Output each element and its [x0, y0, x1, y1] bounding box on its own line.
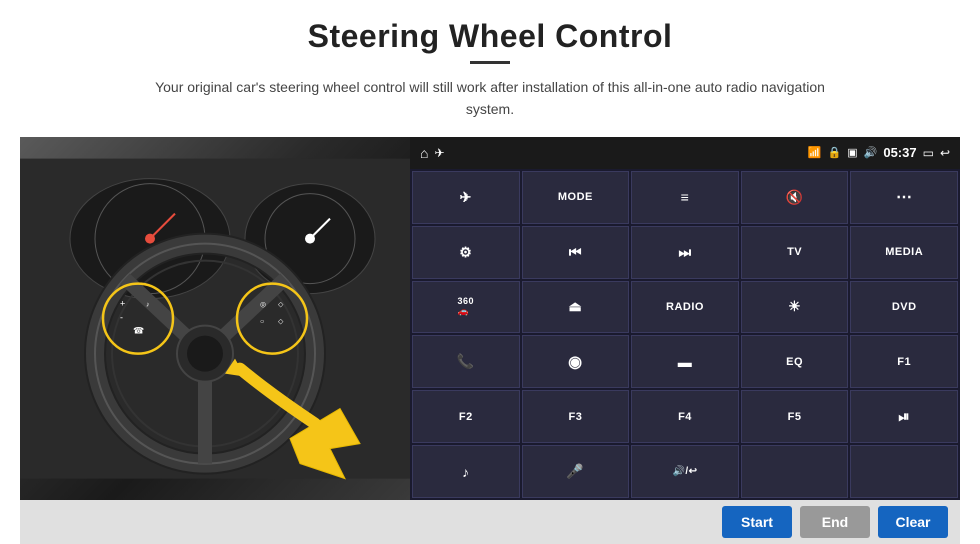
wifi-icon: 📶	[808, 146, 822, 159]
title-divider	[470, 61, 510, 64]
f4-button[interactable]: F4	[631, 390, 739, 443]
page-title: Steering Wheel Control	[308, 18, 673, 55]
svg-text:-: -	[120, 312, 123, 322]
camera360-button[interactable]: 360🚗	[412, 281, 520, 334]
screen-button[interactable]: ▬	[631, 335, 739, 388]
clock-display: 05:37	[883, 145, 916, 160]
nav-button[interactable]: ✈	[412, 171, 520, 224]
phone-button[interactable]: 📞	[412, 335, 520, 388]
back-navigation-icon[interactable]: ↩	[940, 146, 950, 160]
apps-button[interactable]: ⋯	[850, 171, 958, 224]
topbar-left: ⌂ ✈	[420, 145, 445, 161]
radio-button[interactable]: RADIO	[631, 281, 739, 334]
mic-button[interactable]: 🎤	[522, 445, 630, 498]
play-pause-button[interactable]: ⏯	[850, 390, 958, 443]
f5-button[interactable]: F5	[741, 390, 849, 443]
dvd-button[interactable]: DVD	[850, 281, 958, 334]
svg-text:+: +	[120, 298, 125, 308]
empty-btn-5	[850, 445, 958, 498]
control-panel: ⌂ ✈ 📶 🔒 ▣ 🔊 05:37 ▭ ↩ ✈ MODE ≡	[410, 137, 960, 500]
page: Steering Wheel Control Your original car…	[0, 0, 980, 544]
home-icon[interactable]: ⌂	[420, 145, 428, 161]
recent-apps-icon[interactable]: ▭	[923, 146, 934, 160]
svg-text:☎: ☎	[133, 325, 144, 335]
end-button[interactable]: End	[800, 506, 870, 538]
tv-button[interactable]: TV	[741, 226, 849, 279]
bottom-bar: Start End Clear	[20, 500, 960, 544]
page-subtitle: Your original car's steering wheel contr…	[140, 76, 840, 121]
svg-text:○: ○	[260, 318, 264, 325]
eq-button[interactable]: EQ	[741, 335, 849, 388]
empty-btn-4	[741, 445, 849, 498]
prev-track-button[interactable]: ⏮	[522, 226, 630, 279]
svg-text:◎: ◎	[260, 301, 266, 308]
clear-button[interactable]: Clear	[878, 506, 948, 538]
f1-button[interactable]: F1	[850, 335, 958, 388]
svg-text:♪: ♪	[146, 301, 150, 308]
mode-button[interactable]: MODE	[522, 171, 630, 224]
media-button[interactable]: MEDIA	[850, 226, 958, 279]
panel-topbar: ⌂ ✈ 📶 🔒 ▣ 🔊 05:37 ▭ ↩	[410, 137, 960, 169]
volume-hangup-button[interactable]: 🔊/↩	[631, 445, 739, 498]
svg-text:◇: ◇	[278, 318, 284, 325]
sd-icon: ▣	[847, 146, 857, 159]
start-button[interactable]: Start	[722, 506, 792, 538]
bluetooth-icon: 🔊	[864, 146, 878, 159]
svg-text:◇: ◇	[278, 301, 284, 308]
mute-button[interactable]: 🔇	[741, 171, 849, 224]
settings-button[interactable]: ⚙	[412, 226, 520, 279]
next-track-button[interactable]: ⏭	[631, 226, 739, 279]
navi-button[interactable]: ◉	[522, 335, 630, 388]
eject-button[interactable]: ⏏	[522, 281, 630, 334]
brightness-button[interactable]: ☀	[741, 281, 849, 334]
content-row: + ♪ - ☎ ◎ ◇ ○ ◇	[20, 137, 960, 500]
steering-wheel-image: + ♪ - ☎ ◎ ◇ ○ ◇	[20, 137, 410, 500]
music-button[interactable]: ♪	[412, 445, 520, 498]
topbar-status-icons: 📶 🔒 ▣ 🔊 05:37 ▭ ↩	[808, 145, 950, 160]
lock-icon: 🔒	[828, 146, 842, 159]
button-grid: ✈ MODE ≡ 🔇 ⋯ ⚙ ⏮ ⏭ TV MEDIA 360🚗 ⏏ RADIO…	[410, 169, 960, 500]
f3-button[interactable]: F3	[522, 390, 630, 443]
nav-arrow-icon: ✈	[434, 146, 444, 160]
f2-button[interactable]: F2	[412, 390, 520, 443]
list-button[interactable]: ≡	[631, 171, 739, 224]
